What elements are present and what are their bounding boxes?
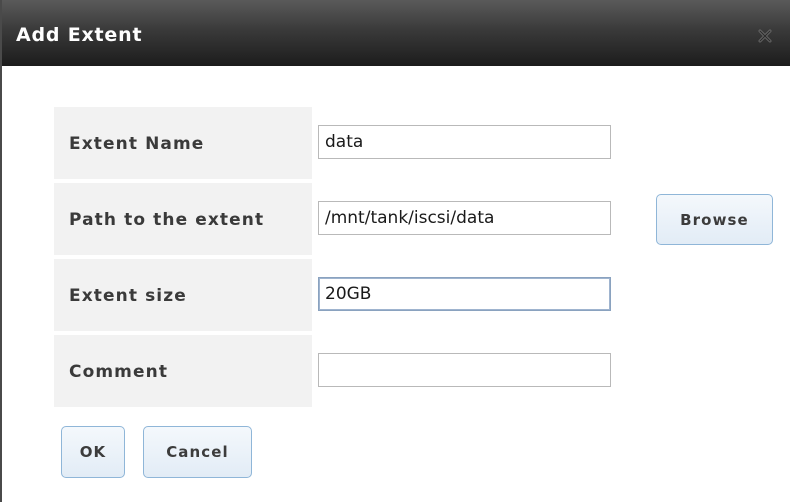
comment-label: Comment [69, 362, 169, 382]
dialog-title: Add Extent [16, 24, 143, 46]
extent-size-label: Extent size [69, 286, 187, 306]
extent-name-input[interactable] [318, 125, 611, 159]
extent-path-label-cell: Path to the extent [54, 183, 312, 255]
comment-input[interactable] [318, 353, 611, 387]
extent-name-label-cell: Extent Name [54, 107, 312, 179]
add-extent-dialog: Add Extent Extent Name Path to the exten… [0, 0, 790, 502]
cancel-button[interactable]: Cancel [143, 426, 252, 478]
extent-path-input[interactable] [318, 201, 611, 235]
extent-path-label: Path to the extent [69, 210, 265, 230]
browse-button[interactable]: Browse [656, 194, 773, 245]
dialog-titlebar[interactable]: Add Extent [2, 0, 790, 66]
extent-size-input[interactable] [318, 277, 611, 311]
close-icon[interactable] [756, 27, 774, 45]
extent-size-label-cell: Extent size [54, 259, 312, 331]
extent-name-label: Extent Name [69, 134, 205, 154]
ok-button[interactable]: OK [61, 426, 125, 478]
comment-label-cell: Comment [54, 335, 312, 407]
